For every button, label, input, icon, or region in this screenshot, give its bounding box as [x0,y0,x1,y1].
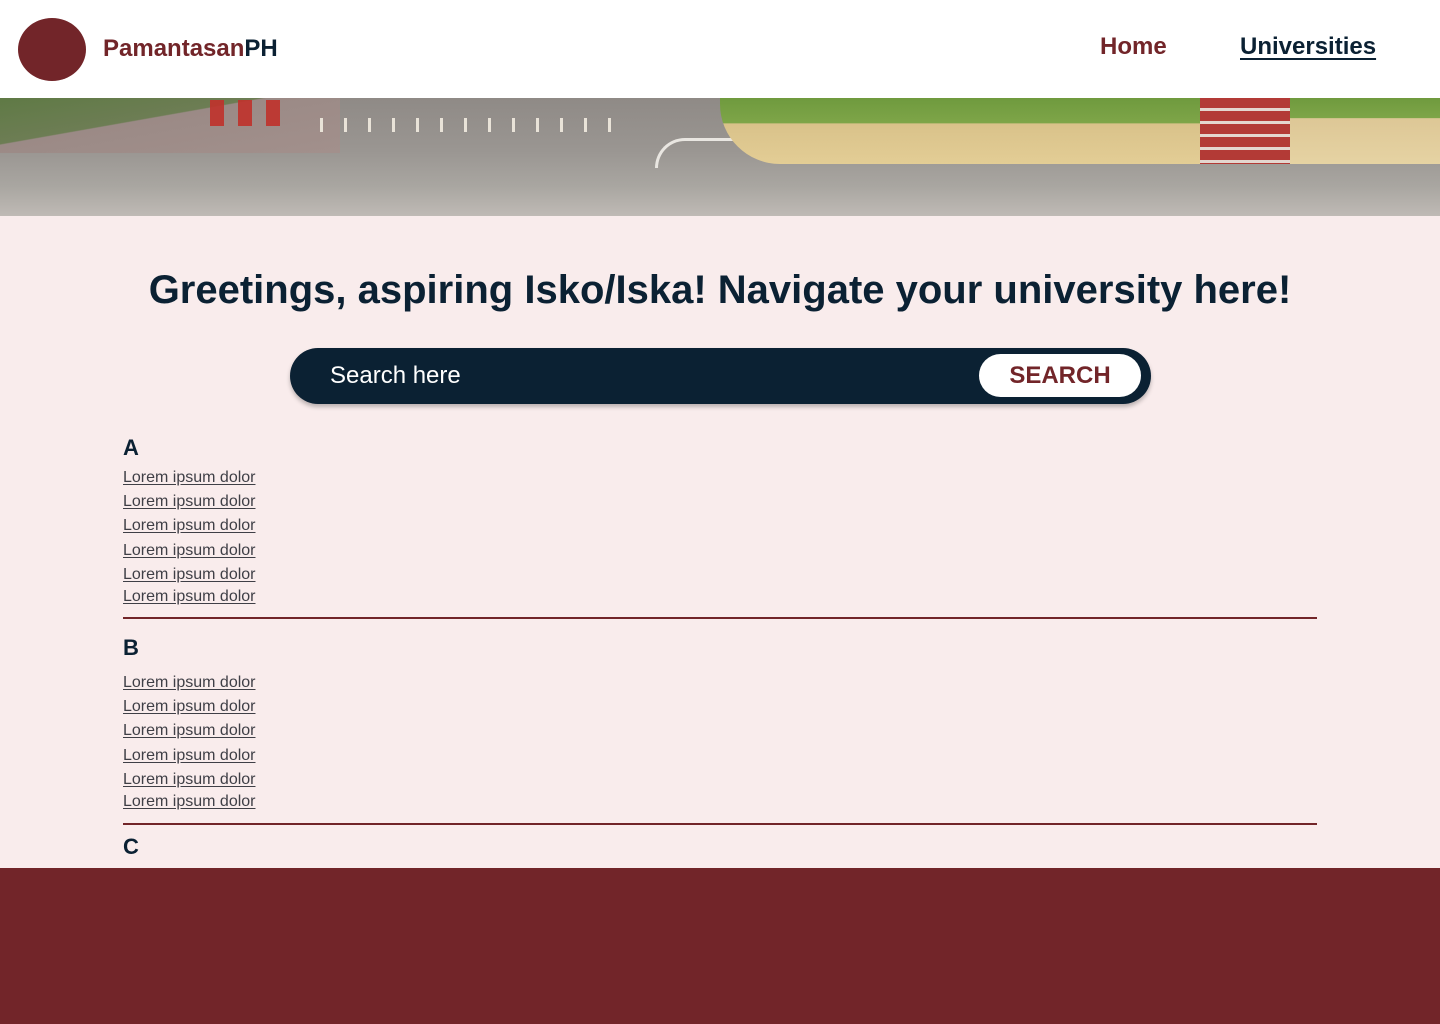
brand-name[interactable]: PamantasanPH [103,35,278,63]
hero-planter [720,98,1220,164]
brand-name-part2: PH [244,35,278,62]
university-link[interactable]: Lorem ipsum dolor [123,771,256,789]
university-link[interactable]: Lorem ipsum dolor [123,542,256,560]
university-link[interactable]: Lorem ipsum dolor [123,793,256,811]
university-link[interactable]: Lorem ipsum dolor [123,698,256,716]
university-link[interactable]: Lorem ipsum dolor [123,493,256,511]
university-link[interactable]: Lorem ipsum dolor [123,566,256,584]
university-link[interactable]: Lorem ipsum dolor [123,469,256,487]
university-link[interactable]: Lorem ipsum dolor [123,588,256,606]
nav-link-universities[interactable]: Universities [1240,33,1376,61]
search-button[interactable]: SEARCH [979,354,1141,397]
site-header: PamantasanPH Home Universities [0,0,1440,98]
page-title: Greetings, aspiring Isko/Iska! Navigate … [148,268,1292,312]
logo-icon[interactable] [18,18,86,81]
university-link[interactable]: Lorem ipsum dolor [123,722,256,740]
site-footer [0,868,1440,1024]
hero-benches [210,100,290,126]
hero-campus-image [0,98,1440,216]
university-link[interactable]: Lorem ipsum dolor [123,517,256,535]
hero-garden-wall [1290,98,1440,164]
university-link[interactable]: Lorem ipsum dolor [123,747,256,765]
section-heading-c: C [123,834,139,859]
section-divider [123,823,1317,825]
section-heading-a: A [123,435,139,460]
university-link[interactable]: Lorem ipsum dolor [123,674,256,692]
brand-name-part1: Pamantasan [103,35,245,62]
hero-bollards [320,118,620,132]
section-divider [123,617,1317,619]
section-heading-b: B [123,635,139,660]
search-bar: SEARCH [290,348,1151,404]
search-input[interactable] [330,358,930,394]
nav-link-home[interactable]: Home [1100,33,1167,61]
